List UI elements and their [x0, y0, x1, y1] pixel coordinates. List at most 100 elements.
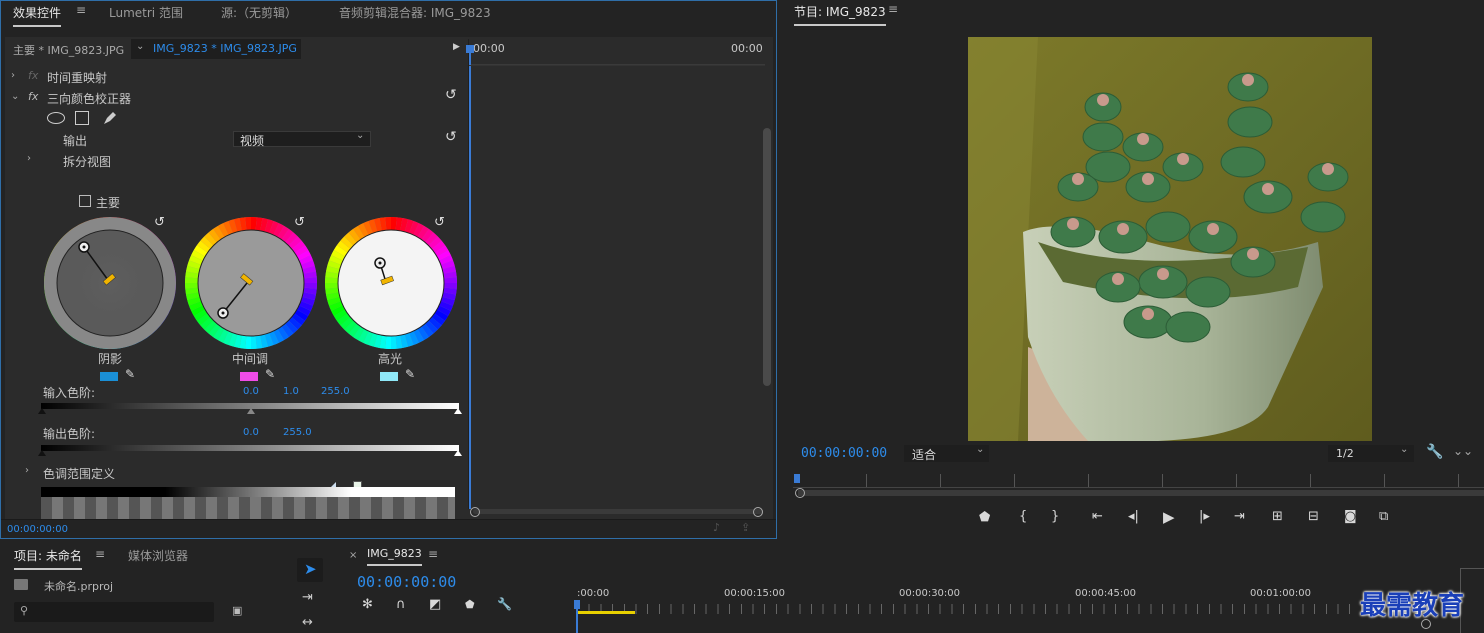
track-select-tool-icon[interactable]: ⇥	[302, 590, 313, 605]
program-ruler[interactable]	[793, 474, 1484, 488]
mini-playhead[interactable]	[469, 45, 471, 509]
input-black-value[interactable]: 0.0	[243, 386, 259, 397]
lift-icon[interactable]: ⊞	[1272, 509, 1283, 524]
ellipse-mask-icon[interactable]	[47, 112, 65, 124]
program-monitor-panel: 节目: IMG_9823 ≡ 00:00:00:00 适合 ⌄ 1/2 ⌄ 🔧 …	[781, 0, 1484, 539]
program-monitor-title[interactable]: 节目: IMG_9823	[794, 3, 886, 26]
chevron-down-icon[interactable]: ⌄⌄	[1453, 444, 1473, 458]
output-select[interactable]: 视频 ⌄	[233, 130, 371, 148]
new-bin-icon[interactable]: ▣	[232, 604, 242, 617]
zoom-handle-left[interactable]	[470, 507, 480, 517]
timeline-ruler-ticks[interactable]	[577, 604, 1437, 614]
expand-arrow[interactable]: ›	[27, 153, 31, 164]
search-icon: ⚲	[20, 604, 29, 617]
add-marker-icon[interactable]: ⬟	[979, 510, 990, 525]
clip-selector[interactable]: ⌄ IMG_9823 * IMG_9823.JPG	[131, 39, 301, 59]
play-icon[interactable]: ▶	[1163, 508, 1175, 526]
tab-project[interactable]: 项目: 未命名	[14, 547, 82, 570]
tab-media-browser[interactable]: 媒体浏览器	[128, 547, 188, 564]
rectangle-mask-icon[interactable]	[75, 111, 89, 125]
shadows-color-wheel[interactable]	[42, 215, 178, 351]
comparison-view-icon[interactable]: ⧉	[1379, 509, 1388, 524]
extract-icon[interactable]: ⊟	[1308, 509, 1319, 524]
expand-arrow[interactable]: ›	[25, 465, 29, 476]
play-triangle-icon[interactable]: ▶	[453, 42, 460, 52]
output-white-value[interactable]: 255.0	[283, 427, 312, 438]
mark-out-icon[interactable]: }	[1051, 509, 1059, 524]
timeline-timecode[interactable]: 00:00:00:00	[357, 573, 456, 591]
snap-icon[interactable]: ∩	[396, 597, 406, 612]
audio-icon[interactable]: ♪	[713, 521, 720, 534]
camera-icon[interactable]: ◙	[1344, 509, 1357, 524]
zoom-handle-right[interactable]	[753, 507, 763, 517]
master-checkbox[interactable]	[79, 195, 91, 207]
wrench-icon[interactable]: 🔧	[1426, 444, 1443, 460]
program-video-frame[interactable]	[968, 37, 1372, 441]
step-back-icon[interactable]: ◂|	[1128, 509, 1139, 524]
export-icon[interactable]: ⇪	[741, 521, 750, 534]
tonal-range-checker	[41, 497, 455, 519]
project-file-name[interactable]: 未命名.prproj	[44, 578, 113, 594]
mini-timeline: 00:00 00:00	[466, 39, 765, 509]
tab-effect-controls[interactable]: 效果控件	[13, 4, 62, 27]
expand-arrow[interactable]: ›	[11, 70, 15, 81]
output-black-slider[interactable]	[38, 450, 46, 456]
reset-icon[interactable]: ↺	[445, 129, 457, 145]
program-playhead[interactable]	[794, 474, 800, 483]
highlights-color-wheel[interactable]	[323, 215, 459, 351]
eyedropper-icon[interactable]: ✎	[265, 367, 275, 381]
highlights-swatch[interactable]	[380, 372, 398, 381]
timeline-sequence-tab[interactable]: IMG_9823	[367, 547, 422, 566]
ruler-label: 00:00:45:00	[1075, 588, 1137, 599]
tab-lumetri-scopes[interactable]: Lumetri 范围	[109, 4, 183, 21]
step-forward-icon[interactable]: |▸	[1199, 509, 1210, 524]
output-white-slider[interactable]	[454, 450, 462, 456]
shadows-swatch[interactable]	[100, 372, 118, 381]
midtones-swatch[interactable]	[240, 372, 258, 381]
wrench-icon[interactable]: 🔧	[497, 597, 512, 611]
go-to-in-icon[interactable]: ⇤	[1092, 509, 1103, 524]
linked-selection-icon[interactable]: ◩	[429, 597, 441, 612]
zoom-scrollbar[interactable]	[473, 509, 763, 514]
tab-audio-mixer[interactable]: 音频剪辑混合器: IMG_9823	[339, 4, 491, 21]
input-white-slider[interactable]	[454, 408, 462, 414]
input-black-slider[interactable]	[38, 408, 46, 414]
resolution-select[interactable]: 1/2 ⌄	[1328, 444, 1414, 462]
go-to-out-icon[interactable]: ⇥	[1234, 509, 1245, 524]
selection-tool-button[interactable]: ➤	[297, 558, 323, 582]
input-gamma-value[interactable]: 1.0	[283, 386, 299, 397]
pen-mask-icon[interactable]	[101, 109, 119, 127]
effect-controls-scrollbar[interactable]	[763, 128, 771, 386]
shadows-label: 阴影	[97, 352, 122, 366]
tab-source[interactable]: 源:（无剪辑）	[221, 4, 297, 21]
panel-menu-icon[interactable]: ≡	[76, 3, 86, 17]
program-timecode[interactable]: 00:00:00:00	[801, 446, 887, 461]
reset-icon[interactable]: ↺	[445, 87, 457, 103]
panel-menu-icon[interactable]: ≡	[888, 2, 898, 16]
midtones-color-wheel[interactable]	[183, 215, 319, 351]
timeline-playhead-handle[interactable]	[574, 600, 580, 609]
panel-menu-icon[interactable]: ≡	[95, 547, 105, 561]
work-area-bar[interactable]	[577, 611, 635, 614]
mini-playhead-handle[interactable]	[466, 45, 474, 53]
footer-timecode[interactable]: 00:00:00:00	[7, 524, 68, 535]
arrow-cursor-icon: ➤	[304, 560, 317, 578]
master-clip-label[interactable]: 主要 * IMG_9823.JPG	[13, 42, 124, 58]
close-icon[interactable]: ×	[349, 550, 357, 561]
input-white-value[interactable]: 255.0	[321, 386, 350, 397]
zoom-handle-left[interactable]	[795, 488, 805, 498]
input-gamma-slider[interactable]	[247, 408, 255, 414]
chevron-down-icon: ⌄	[976, 444, 985, 455]
project-search-input[interactable]: ⚲	[14, 602, 214, 622]
mark-in-icon[interactable]: {	[1019, 509, 1027, 524]
collapse-arrow[interactable]: ⌄	[11, 91, 19, 102]
eyedropper-icon[interactable]: ✎	[125, 367, 135, 381]
program-zoom-bar[interactable]	[798, 490, 1484, 496]
nest-toggle-icon[interactable]: ✻	[362, 597, 373, 612]
eyedropper-icon[interactable]: ✎	[405, 367, 415, 381]
panel-menu-icon[interactable]: ≡	[428, 547, 438, 561]
output-black-value[interactable]: 0.0	[243, 427, 259, 438]
fit-select[interactable]: 适合 ⌄	[904, 444, 989, 462]
ripple-edit-tool-icon[interactable]: ↔	[302, 615, 313, 630]
add-marker-icon[interactable]: ⬟	[465, 598, 475, 611]
